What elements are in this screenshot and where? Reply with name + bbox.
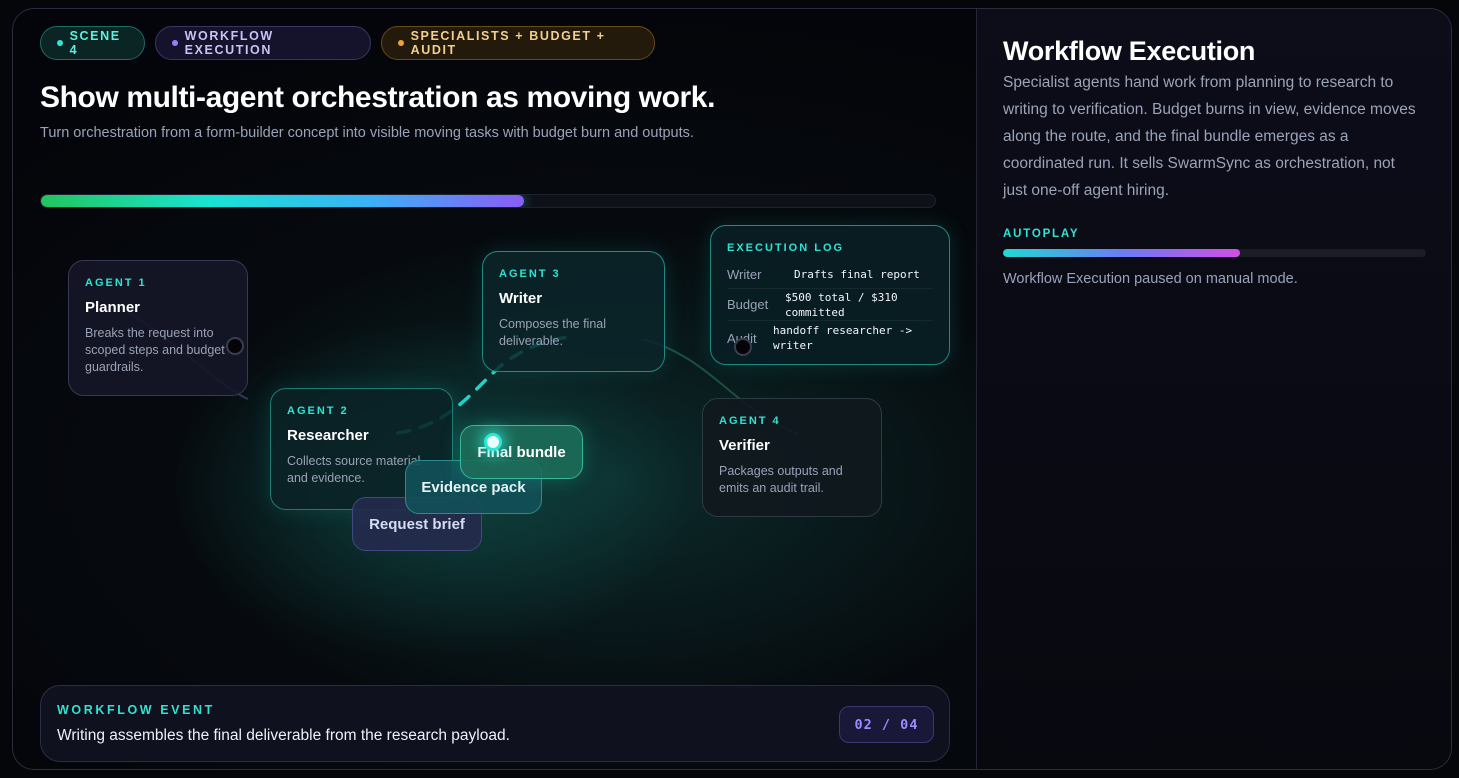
- log-value: handoff researcher -> writer: [773, 324, 913, 352]
- orchestration-stage: SCENE 4 WORKFLOW EXECUTION SPECIALISTS +…: [13, 9, 976, 769]
- agent-name: Planner: [85, 299, 141, 316]
- log-node-icon: [734, 338, 752, 356]
- agent-description: Composes the final deliverable.: [499, 317, 607, 348]
- app-frame: SCENE 4 WORKFLOW EXECUTION SPECIALISTS +…: [12, 8, 1452, 770]
- workflow-event-message: Writing assembles the final deliverable …: [57, 727, 510, 744]
- log-key: Budget: [727, 297, 769, 312]
- agent-kicker: AGENT 4: [719, 415, 781, 427]
- token-final-bundle[interactable]: Final bundle: [460, 425, 583, 479]
- autoplay-label: AUTOPLAY: [1003, 228, 1080, 240]
- agent-card-writer[interactable]: AGENT 3 Writer Composes the final delive…: [482, 251, 665, 372]
- agent-description: Breaks the request into scoped steps and…: [85, 326, 225, 374]
- execution-log-title: EXECUTION LOG: [727, 242, 845, 254]
- log-key: Writer: [727, 267, 762, 282]
- workflow-event-panel: WORKFLOW EVENT Writing assembles the fin…: [40, 685, 950, 762]
- active-pulse-icon: [484, 433, 502, 451]
- agent-card-verifier[interactable]: AGENT 4 Verifier Packages outputs and em…: [702, 398, 882, 517]
- agent-card-planner[interactable]: AGENT 1 Planner Breaks the request into …: [68, 260, 248, 396]
- log-row: Writer Drafts final report: [727, 261, 933, 289]
- agent-kicker: AGENT 1: [85, 277, 147, 289]
- sidebar-title: Workflow Execution: [1003, 36, 1256, 66]
- agent-name: Researcher: [287, 427, 369, 444]
- agent-name: Writer: [499, 290, 543, 307]
- agent-name: Verifier: [719, 437, 770, 454]
- log-row: Budget $500 total / $310 committed: [727, 289, 933, 321]
- autoplay-progress-fill: [1003, 249, 1240, 257]
- log-value: $500 total / $310 committed: [785, 290, 898, 319]
- log-value: Drafts final report: [794, 268, 920, 281]
- agent-description: Packages outputs and emits an audit trai…: [719, 464, 843, 495]
- workflow-event-label: WORKFLOW EVENT: [57, 703, 215, 717]
- autoplay-status: Workflow Execution paused on manual mode…: [1003, 271, 1298, 287]
- log-row: Audit handoff researcher -> writer: [727, 321, 933, 355]
- sidebar-description: Specialist agents hand work from plannin…: [1003, 74, 1416, 199]
- agent-kicker: AGENT 3: [499, 268, 561, 280]
- sidebar: Workflow Execution Specialist agents han…: [976, 9, 1451, 769]
- planner-node-icon: [226, 337, 244, 355]
- step-counter: 02 / 04: [839, 706, 934, 743]
- agent-kicker: AGENT 2: [287, 405, 349, 417]
- autoplay-progress-bar[interactable]: [1003, 249, 1426, 257]
